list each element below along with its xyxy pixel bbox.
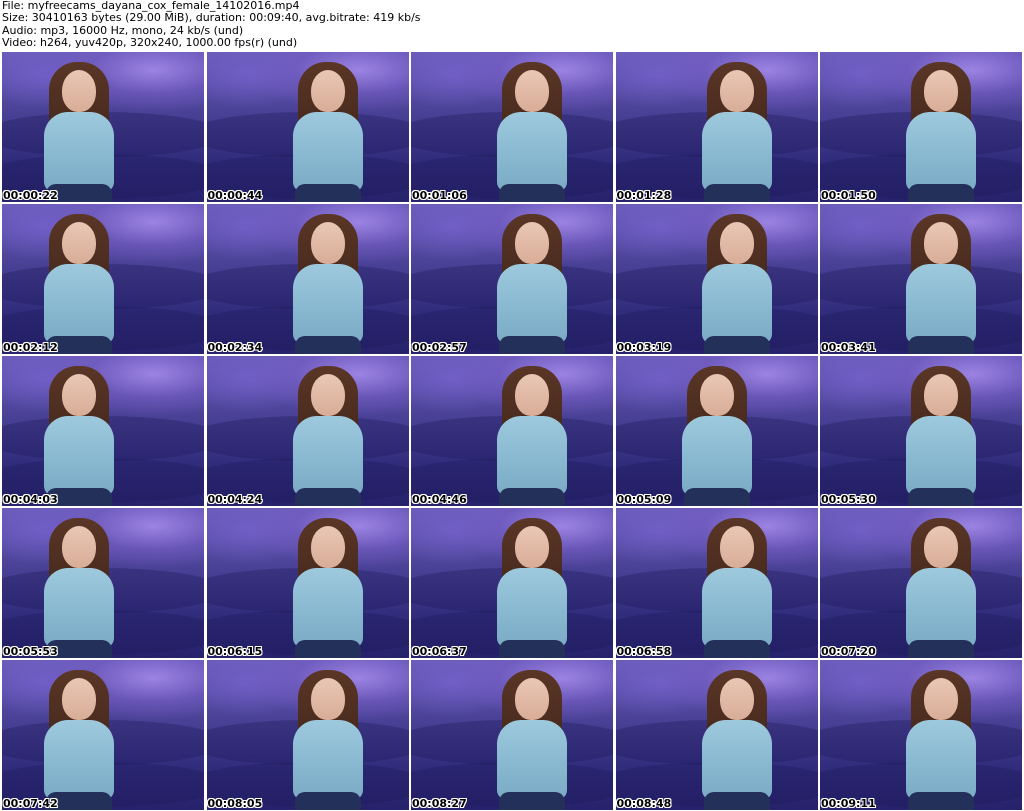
person-figure	[38, 360, 120, 506]
thumbnail-timestamp: 00:01:50	[821, 189, 876, 202]
thumbnail-timestamp: 00:04:24	[207, 493, 263, 506]
person-figure	[491, 664, 573, 810]
video-thumbnail: 00:01:06	[411, 52, 613, 202]
person-figure	[38, 56, 120, 202]
video-thumbnail: 00:04:46	[411, 356, 613, 506]
video-thumbnail: 00:00:22	[2, 52, 204, 202]
person-figure	[491, 56, 573, 202]
thumbnail-timestamp: 00:06:15	[207, 645, 263, 658]
thumbnail-timestamp: 00:03:41	[821, 341, 876, 354]
person-figure	[676, 360, 758, 506]
thumbnail-timestamp: 00:05:30	[821, 493, 876, 506]
audio-info-line: Audio: mp3, 16000 Hz, mono, 24 kb/s (und…	[2, 24, 244, 37]
person-figure	[287, 664, 369, 810]
person-figure	[491, 512, 573, 658]
video-thumbnail: 00:06:58	[615, 508, 818, 658]
video-thumbnail: 00:03:19	[615, 204, 818, 354]
thumbnail-timestamp: 00:08:48	[616, 797, 672, 810]
person-figure	[287, 512, 369, 658]
thumbnail-timestamp: 00:03:19	[616, 341, 672, 354]
thumbnail-timestamp: 00:02:57	[412, 341, 467, 354]
thumbnail-timestamp: 00:05:09	[616, 493, 672, 506]
video-thumbnail: 00:06:37	[411, 508, 613, 658]
video-thumbnail: 00:06:15	[206, 508, 409, 658]
video-thumbnail: 00:05:30	[820, 356, 1022, 506]
person-figure	[491, 360, 573, 506]
person-figure	[900, 360, 982, 506]
video-thumbnail: 00:09:11	[820, 660, 1022, 810]
person-figure	[696, 512, 778, 658]
video-thumbnail: 00:07:42	[2, 660, 204, 810]
video-info-header: File: myfreecams_dayana_cox_female_14102…	[2, 0, 1022, 50]
person-figure	[696, 208, 778, 354]
thumbnail-timestamp: 00:06:58	[616, 645, 672, 658]
thumbnail-timestamp: 00:06:37	[412, 645, 467, 658]
video-thumbnail: 00:04:24	[206, 356, 409, 506]
video-thumbnail: 00:01:50	[820, 52, 1022, 202]
thumbnail-timestamp: 00:08:27	[412, 797, 467, 810]
video-info-line: Video: h264, yuv420p, 320x240, 1000.00 f…	[2, 37, 298, 50]
person-figure	[287, 208, 369, 354]
thumbnail-timestamp: 00:08:05	[207, 797, 263, 810]
video-thumbnail: 00:02:57	[411, 204, 613, 354]
video-thumbnail: 00:05:09	[615, 356, 818, 506]
person-figure	[38, 512, 120, 658]
person-figure	[491, 208, 573, 354]
person-figure	[900, 208, 982, 354]
thumbnail-timestamp: 00:04:46	[412, 493, 467, 506]
video-thumbnail: 00:08:48	[615, 660, 818, 810]
video-thumbnail: 00:08:05	[206, 660, 409, 810]
video-thumbnail: 00:07:20	[820, 508, 1022, 658]
person-figure	[900, 512, 982, 658]
thumbnail-timestamp: 00:07:42	[3, 797, 58, 810]
thumbnail-timestamp: 00:05:53	[3, 645, 58, 658]
thumbnail-timestamp: 00:02:12	[3, 341, 58, 354]
person-figure	[287, 56, 369, 202]
video-thumbnail: 00:05:53	[2, 508, 204, 658]
thumbnail-timestamp: 00:09:11	[821, 797, 876, 810]
video-thumbnail: 00:01:28	[615, 52, 818, 202]
file-name-line: File: myfreecams_dayana_cox_female_14102…	[2, 0, 300, 12]
file-size-line: Size: 30410163 bytes (29.00 MiB), durati…	[2, 12, 421, 25]
person-figure	[900, 56, 982, 202]
person-figure	[696, 56, 778, 202]
thumbnail-timestamp: 00:01:06	[412, 189, 467, 202]
person-figure	[38, 664, 120, 810]
thumbnail-timestamp: 00:01:28	[616, 189, 672, 202]
thumbnail-timestamp: 00:04:03	[3, 493, 58, 506]
thumbnail-timestamp: 00:07:20	[821, 645, 876, 658]
video-thumbnail: 00:02:12	[2, 204, 204, 354]
person-figure	[696, 664, 778, 810]
thumbnail-timestamp: 00:00:44	[207, 189, 263, 202]
person-figure	[38, 208, 120, 354]
video-thumbnail: 00:04:03	[2, 356, 204, 506]
video-thumbnail: 00:02:34	[206, 204, 409, 354]
thumbnail-grid: 00:00:22 00:00:44 00:01:06 00:01:28 00:0…	[2, 52, 1022, 810]
video-thumbnail: 00:03:41	[820, 204, 1022, 354]
video-thumbnail: 00:00:44	[206, 52, 409, 202]
person-figure	[287, 360, 369, 506]
thumbnail-timestamp: 00:00:22	[3, 189, 58, 202]
thumbnail-timestamp: 00:02:34	[207, 341, 263, 354]
video-thumbnail: 00:08:27	[411, 660, 613, 810]
person-figure	[900, 664, 982, 810]
